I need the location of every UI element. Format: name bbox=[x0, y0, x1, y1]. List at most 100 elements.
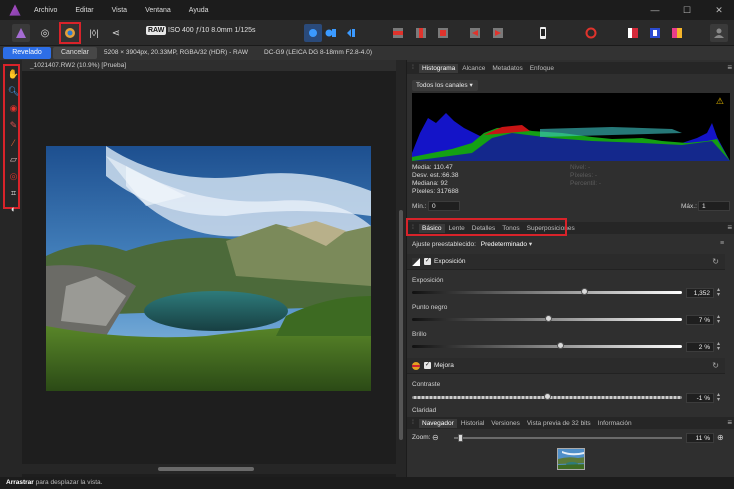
exposicion-value[interactable]: 1,352 bbox=[686, 288, 714, 298]
tab-alcance[interactable]: Alcance bbox=[459, 64, 488, 73]
spin-icon[interactable]: ▴ ▾ bbox=[717, 341, 720, 352]
photo-preview[interactable] bbox=[46, 146, 371, 391]
reset-icon[interactable]: ↻ bbox=[712, 257, 719, 266]
slider-knob[interactable] bbox=[545, 315, 552, 322]
cancel-button[interactable]: Cancelar bbox=[53, 47, 97, 59]
clip-shadows-icon[interactable] bbox=[389, 24, 407, 42]
blemish-tool-icon[interactable]: ✎ bbox=[7, 119, 20, 132]
white-balance-icon[interactable] bbox=[624, 24, 642, 42]
menu-ventana[interactable]: Ventana bbox=[145, 7, 171, 14]
main-toolbar: ◎ |◊| ⋖ RAW ISO 400 ƒ/10 8.0mm 1/125s bbox=[0, 20, 734, 46]
contraste-value[interactable]: -1 % bbox=[686, 393, 714, 403]
photo-persona-icon[interactable] bbox=[12, 24, 30, 42]
share-icon[interactable]: ⋖ bbox=[107, 24, 125, 42]
panel-menu-icon[interactable]: ≡ bbox=[727, 63, 732, 72]
canvas-area[interactable]: _1021407.RW2 (10.9%) [Prueba] bbox=[22, 60, 396, 477]
menu-vista[interactable]: Vista bbox=[112, 7, 127, 14]
enhance-section-header[interactable]: ✓ Mejora ↻ bbox=[407, 358, 725, 374]
rotate-right-icon[interactable] bbox=[489, 24, 507, 42]
zoom-slider-knob[interactable] bbox=[458, 434, 463, 442]
crop-tool-icon[interactable]: ⌗ bbox=[7, 187, 20, 200]
brillo-slider[interactable] bbox=[412, 342, 682, 349]
tab-historial[interactable]: Historial bbox=[458, 419, 487, 428]
brillo-value[interactable]: 2 % bbox=[686, 342, 714, 352]
zoom-out-icon[interactable]: ⊖ bbox=[432, 433, 439, 442]
overlay-paint-tool-icon[interactable]: ⁄ bbox=[7, 136, 20, 149]
tab-vista-previa[interactable]: Vista previa de 32 bits bbox=[524, 419, 594, 428]
zoom-in-icon[interactable]: ⊕ bbox=[717, 433, 724, 442]
navigator-thumbnail[interactable] bbox=[557, 448, 585, 470]
slider-knob[interactable] bbox=[544, 393, 551, 400]
menu-archivo[interactable]: Archivo bbox=[34, 7, 57, 14]
spin-icon[interactable]: ▴ ▾ bbox=[717, 287, 720, 298]
clip-highlights-icon[interactable] bbox=[412, 24, 430, 42]
exif-info: ISO 400 ƒ/10 8.0mm 1/125s bbox=[168, 27, 256, 34]
view-tool-hand-icon[interactable]: ✋ bbox=[7, 68, 20, 81]
exposure-section-header[interactable]: ✓ Exposición ↻ bbox=[407, 254, 725, 270]
zoom-slider[interactable] bbox=[454, 434, 682, 442]
color-picker-icon[interactable] bbox=[582, 24, 600, 42]
panel-grip-icon[interactable]: ⁞ bbox=[409, 419, 417, 427]
profile-icon[interactable] bbox=[646, 24, 664, 42]
preset-row[interactable]: Ajuste preestablecido: Predeterminado ▾ bbox=[412, 240, 532, 248]
maximize-icon[interactable]: ☐ bbox=[672, 0, 702, 20]
reset-icon[interactable]: ↻ bbox=[712, 361, 719, 370]
view-single-icon[interactable] bbox=[304, 24, 322, 42]
channel-select[interactable]: Todos los canales ▾ bbox=[412, 80, 478, 91]
liquify-persona-icon[interactable]: ◎ bbox=[36, 24, 54, 42]
exposure-checkbox[interactable]: ✓ bbox=[424, 258, 431, 265]
assistant-icon[interactable] bbox=[534, 24, 552, 42]
slider-knob[interactable] bbox=[557, 342, 564, 349]
spin-icon[interactable]: ▴ ▾ bbox=[717, 392, 720, 403]
tab-versiones[interactable]: Versiones bbox=[488, 419, 523, 428]
develop-persona-highlight bbox=[59, 22, 81, 44]
tone-mapping-icon[interactable]: |◊| bbox=[85, 24, 103, 42]
panel-menu-icon[interactable]: ≡ bbox=[727, 418, 732, 427]
view-split-icon[interactable] bbox=[322, 24, 340, 42]
contraste-slider[interactable] bbox=[412, 393, 682, 400]
brillo-label: Brillo bbox=[412, 331, 427, 338]
vertical-scroll-thumb[interactable] bbox=[399, 210, 403, 440]
clip-tones-icon[interactable] bbox=[434, 24, 452, 42]
color-space-icon[interactable] bbox=[668, 24, 686, 42]
horizontal-scroll-thumb[interactable] bbox=[158, 467, 254, 471]
min-field[interactable]: 0 bbox=[428, 201, 460, 211]
preset-menu-icon[interactable]: ≡ bbox=[720, 240, 724, 247]
overlay-erase-tool-icon[interactable]: ▱ bbox=[7, 153, 20, 166]
close-icon[interactable]: ✕ bbox=[704, 0, 734, 20]
exposicion-slider[interactable] bbox=[412, 288, 682, 295]
punto-negro-slider[interactable] bbox=[412, 315, 682, 322]
zoom-value[interactable]: 11 % bbox=[686, 433, 714, 443]
app-logo-icon bbox=[9, 4, 21, 16]
view-mirror-icon[interactable] bbox=[342, 24, 360, 42]
tab-enfoque[interactable]: Enfoque bbox=[527, 64, 557, 73]
spin-icon[interactable]: ▴ ▾ bbox=[717, 314, 720, 325]
minimize-icon[interactable]: — bbox=[640, 0, 670, 20]
develop-button[interactable]: Revelado bbox=[3, 47, 51, 59]
horizontal-scrollbar[interactable] bbox=[22, 464, 396, 474]
red-eye-tool-icon[interactable]: ◉ bbox=[7, 102, 20, 115]
preset-value[interactable]: Predeterminado bbox=[481, 241, 527, 248]
histogram-graph: ⚠ bbox=[412, 93, 730, 161]
gradient-tool-icon[interactable]: ◐ bbox=[7, 202, 20, 215]
tab-metadatos[interactable]: Metadatos bbox=[489, 64, 525, 73]
document-tab[interactable]: _1021407.RW2 (10.9%) [Prueba] bbox=[22, 60, 396, 71]
punto-negro-value[interactable]: 7 % bbox=[686, 315, 714, 325]
zoom-tool-icon[interactable]: 🔍︎ bbox=[7, 85, 20, 98]
panel-menu-icon[interactable]: ≡ bbox=[727, 223, 732, 232]
panel-grip-icon[interactable]: ⁞ bbox=[409, 64, 417, 72]
user-avatar-icon[interactable] bbox=[710, 24, 728, 42]
slider-knob[interactable] bbox=[581, 288, 588, 295]
tab-informacion[interactable]: Información bbox=[595, 419, 635, 428]
vertical-scrollbar[interactable] bbox=[396, 60, 406, 477]
enhance-checkbox[interactable]: ✓ bbox=[424, 362, 431, 369]
channel-select-value: Todos los canales bbox=[416, 82, 468, 89]
max-field[interactable]: 1 bbox=[698, 201, 730, 211]
tab-histograma[interactable]: Histograma bbox=[419, 63, 459, 73]
tab-navegador[interactable]: Navegador bbox=[419, 418, 457, 428]
menu-editar[interactable]: Editar bbox=[75, 7, 93, 14]
rotate-left-icon[interactable] bbox=[466, 24, 484, 42]
white-balance-picker-icon[interactable]: ◎ bbox=[7, 170, 20, 183]
tools-panel: ✋ 🔍︎ ◉ ✎ ⁄ ▱ ◎ ⌗ ◐ bbox=[0, 60, 22, 477]
menu-ayuda[interactable]: Ayuda bbox=[189, 7, 209, 14]
